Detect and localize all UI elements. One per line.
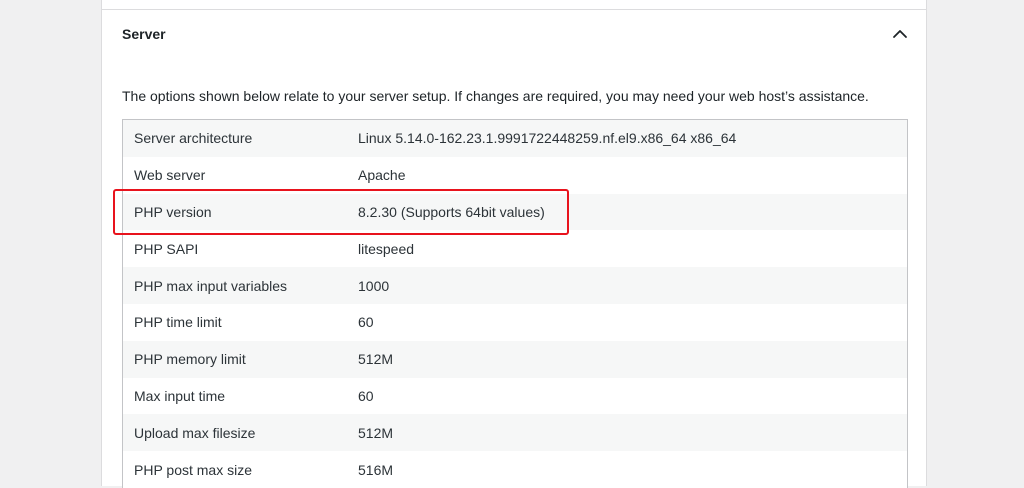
row-label: PHP post max size bbox=[134, 461, 253, 478]
row-value: 512M bbox=[358, 424, 394, 441]
collapse-section-button[interactable] bbox=[888, 22, 912, 46]
row-value: 60 bbox=[358, 314, 374, 331]
row-value: 1000 bbox=[358, 277, 390, 294]
row-label: Web server bbox=[134, 167, 206, 184]
section-title: Server bbox=[122, 26, 166, 42]
row-label: PHP time limit bbox=[134, 314, 222, 331]
row-label: Upload max filesize bbox=[134, 424, 256, 441]
section-description: The options shown below relate to your s… bbox=[122, 88, 869, 104]
row-label: Server architecture bbox=[134, 130, 253, 147]
row-value: Linux 5.14.0-162.23.1.9991722448259.nf.e… bbox=[358, 130, 737, 147]
row-value: litespeed bbox=[358, 240, 415, 257]
table-row: PHP version 8.2.30 (Supports 64bit value… bbox=[123, 193, 907, 231]
table-row: PHP max input variables 1000 bbox=[123, 267, 907, 304]
row-value: 516M bbox=[358, 461, 394, 478]
table-row: Web server Apache bbox=[123, 156, 907, 194]
row-value: Apache bbox=[358, 167, 406, 184]
server-info-table: Server architecture Linux 5.14.0-162.23.… bbox=[122, 119, 908, 488]
table-row: PHP time limit 60 bbox=[123, 303, 907, 341]
row-label: PHP version bbox=[134, 203, 212, 220]
row-value: 512M bbox=[358, 351, 394, 368]
row-label: PHP max input variables bbox=[134, 277, 288, 294]
table-row: PHP SAPI litespeed bbox=[123, 230, 907, 268]
chevron-up-icon bbox=[893, 30, 907, 38]
table-row: PHP memory limit 512M bbox=[123, 340, 907, 378]
table-row: PHP post max size 516M bbox=[123, 451, 907, 488]
row-label: Max input time bbox=[134, 387, 226, 404]
row-label: PHP memory limit bbox=[134, 351, 246, 368]
table-row: Upload max filesize 512M bbox=[123, 414, 907, 452]
table-row: Server architecture Linux 5.14.0-162.23.… bbox=[123, 120, 907, 157]
row-label: PHP SAPI bbox=[134, 240, 199, 257]
row-value: 60 bbox=[358, 387, 374, 404]
table-row: Max input time 60 bbox=[123, 377, 907, 415]
row-value: 8.2.30 (Supports 64bit values) bbox=[358, 203, 545, 220]
divider bbox=[102, 9, 926, 10]
server-info-panel: Server The options shown below relate to… bbox=[101, 0, 927, 488]
